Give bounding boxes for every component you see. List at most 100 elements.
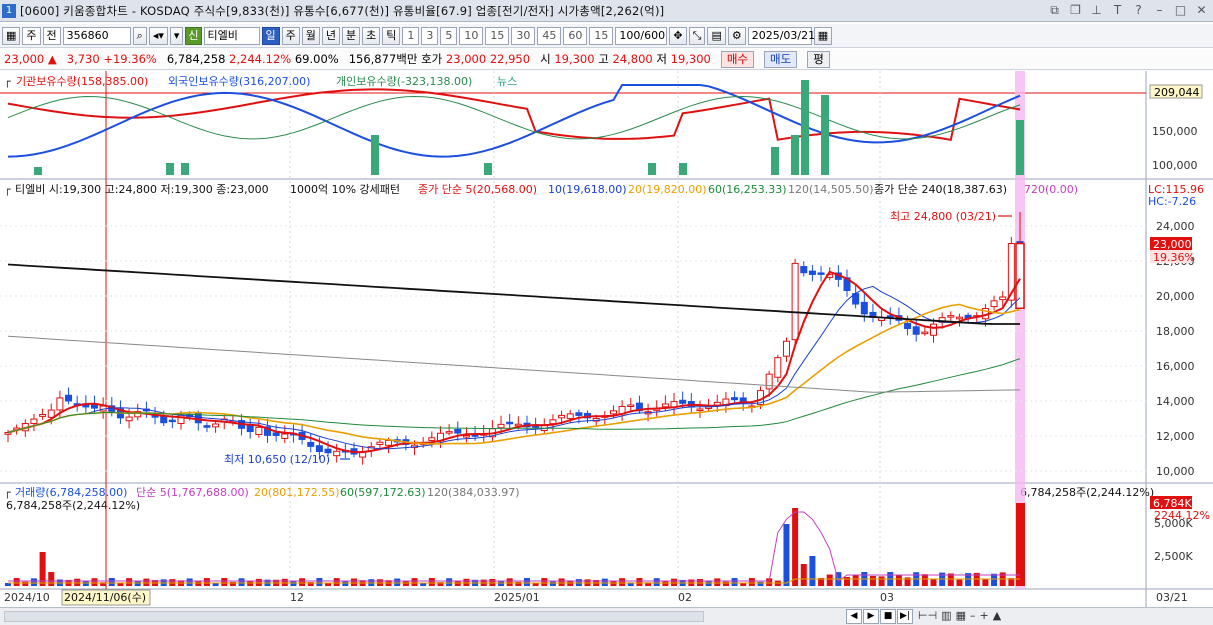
ma60-legend: 60(16,253.33) xyxy=(708,183,787,196)
period-mode-select[interactable]: 주 xyxy=(22,26,41,45)
ma5-legend: 종가 단순 5(20,568.00) xyxy=(418,183,537,196)
candle-body xyxy=(947,315,955,318)
link-icon[interactable]: ⧉ xyxy=(1047,3,1062,18)
stop-icon[interactable]: ■ xyxy=(880,609,896,624)
buy-button[interactable]: 매수 xyxy=(720,50,755,68)
gear-icon[interactable]: ⚙ xyxy=(727,26,746,45)
period-tab-second[interactable]: 초 xyxy=(362,26,381,45)
volume-bar xyxy=(783,524,790,586)
candle-body xyxy=(307,441,315,447)
candle-body xyxy=(168,419,176,423)
ma10-legend: 10(19,618.00) xyxy=(548,183,627,196)
candle-body xyxy=(609,410,617,415)
range-icon[interactable]: ⊢⊣ xyxy=(918,609,937,622)
zoom-out-icon[interactable]: – xyxy=(970,609,976,622)
volume-bar xyxy=(463,578,470,586)
period-tab-minute[interactable]: 분 xyxy=(342,26,361,45)
period-tab-day[interactable]: 일 xyxy=(261,26,280,45)
layout-icon[interactable]: ▤ xyxy=(707,26,726,45)
period-tab-week[interactable]: 주 xyxy=(281,26,300,45)
zoom-in-icon[interactable]: + xyxy=(979,609,988,622)
minimize-icon[interactable]: – xyxy=(1152,3,1167,18)
candle-body xyxy=(921,331,929,335)
price-header-ohlc: 티엘비 시:19,300 고:24,800 저:19,300 종:23,000 xyxy=(15,183,269,196)
interval-5[interactable]: 5 xyxy=(440,26,458,45)
interval-value[interactable]: 15 xyxy=(589,26,614,45)
interval-3[interactable]: 3 xyxy=(421,26,439,45)
volume-bar xyxy=(549,581,556,586)
candle-body xyxy=(428,437,436,441)
calendar-icon[interactable]: ▦ xyxy=(813,26,833,45)
legend-institution: 기관보유수량(158,385.00) xyxy=(16,75,148,88)
news-bar-3 xyxy=(371,135,379,175)
price-tick-14000: 14,000 xyxy=(1156,395,1195,408)
interval-30[interactable]: 30 xyxy=(511,26,536,45)
low-label: 저 xyxy=(656,52,667,66)
news-bar-8 xyxy=(801,80,809,175)
volume-bar xyxy=(350,578,357,586)
price-change-pct: +19.36% xyxy=(103,52,157,66)
period-tab-month[interactable]: 월 xyxy=(301,26,320,45)
volume-bar xyxy=(195,581,202,586)
bid-price: 22,950 xyxy=(489,52,531,66)
sound-icon[interactable]: ◂▾ xyxy=(148,26,168,45)
restore-icon[interactable]: ❐ xyxy=(1068,3,1083,18)
candle-body xyxy=(445,431,453,434)
period-tab-year[interactable]: 년 xyxy=(321,26,341,45)
draw-tool-icon[interactable]: ⤡ xyxy=(688,26,706,45)
news-bar-2 xyxy=(181,163,189,175)
split-icon[interactable]: ▥ xyxy=(941,609,951,622)
help-icon[interactable]: ? xyxy=(1131,3,1146,18)
chart-area[interactable]: ┌ 기관보유수량(158,385.00) 외국인보유수량(316,207.00)… xyxy=(0,71,1213,607)
grid-icon[interactable]: ▦ xyxy=(956,609,966,622)
count-display[interactable]: 100/600 xyxy=(615,26,668,45)
stock-code-input[interactable]: 356860 xyxy=(62,26,131,45)
close-icon[interactable]: ✕ xyxy=(1194,3,1209,18)
volume-bar xyxy=(299,578,306,586)
price-tick-20000: 20,000 xyxy=(1156,290,1195,303)
text-icon[interactable]: T xyxy=(1110,3,1125,18)
zoom-reset-icon[interactable]: ▲ xyxy=(993,609,1001,622)
volume-bar xyxy=(316,578,323,586)
prev-icon[interactable]: ◀ xyxy=(846,609,862,624)
next-icon[interactable]: ▶| xyxy=(897,609,913,624)
app-icon: 1 xyxy=(2,3,16,18)
candle-body xyxy=(376,441,384,445)
sell-button[interactable]: 매도 xyxy=(764,50,798,68)
window-title: [0600] 키움종합차트 - KOSDAQ 주식수[9,833(천)] 유통수… xyxy=(20,3,665,18)
period-tab-tick[interactable]: 틱 xyxy=(382,26,401,45)
market-scope-select[interactable]: 전 xyxy=(42,26,61,45)
crosshair-icon[interactable]: ✥ xyxy=(669,26,687,45)
volume-bar xyxy=(523,578,530,586)
interval-10[interactable]: 10 xyxy=(459,26,484,45)
search-icon[interactable]: ⌕ xyxy=(132,26,147,45)
pin-icon[interactable]: ⊥ xyxy=(1089,3,1104,18)
price-tick-10000: 10,000 xyxy=(1156,465,1195,478)
chevron-down-icon[interactable]: ▾ xyxy=(169,26,184,45)
legend-individual: 개인보유수량(-323,138.00) xyxy=(336,75,472,88)
interval-45[interactable]: 45 xyxy=(537,26,562,45)
ma120-legend: 120(14,505.50) xyxy=(788,183,874,196)
candle-body xyxy=(860,301,868,315)
play-icon[interactable]: ▶ xyxy=(863,609,879,624)
eval-button[interactable]: 평 xyxy=(807,50,830,68)
x-label-02: 02 xyxy=(678,591,692,604)
price-header-pattern: 1000억 10% 강세패턴 xyxy=(290,183,400,196)
volume-bar xyxy=(653,578,660,586)
x-label-2024-10: 2024/10 xyxy=(4,591,50,604)
chart-svg[interactable]: ┌ 기관보유수량(158,385.00) 외국인보유수량(316,207.00)… xyxy=(0,71,1213,607)
stock-name-field[interactable]: 티엘비 xyxy=(203,26,260,45)
high-annotation: 최고 24,800 (03/21) xyxy=(890,210,996,223)
chart-scrollbar[interactable] xyxy=(4,611,704,622)
interval-60[interactable]: 60 xyxy=(563,26,588,45)
svg-text:┌: ┌ xyxy=(4,75,11,88)
maximize-icon[interactable]: □ xyxy=(1173,3,1188,18)
volume-bar xyxy=(757,581,764,586)
date-input[interactable]: 2025/03/21 xyxy=(747,26,815,45)
x-label-2025-01: 2025/01 xyxy=(494,591,540,604)
chart-settings-icon[interactable]: ▦ xyxy=(2,26,21,45)
candle-body xyxy=(566,413,574,420)
interval-15[interactable]: 15 xyxy=(485,26,510,45)
volume-bar xyxy=(930,578,937,586)
interval-1[interactable]: 1 xyxy=(402,26,420,45)
